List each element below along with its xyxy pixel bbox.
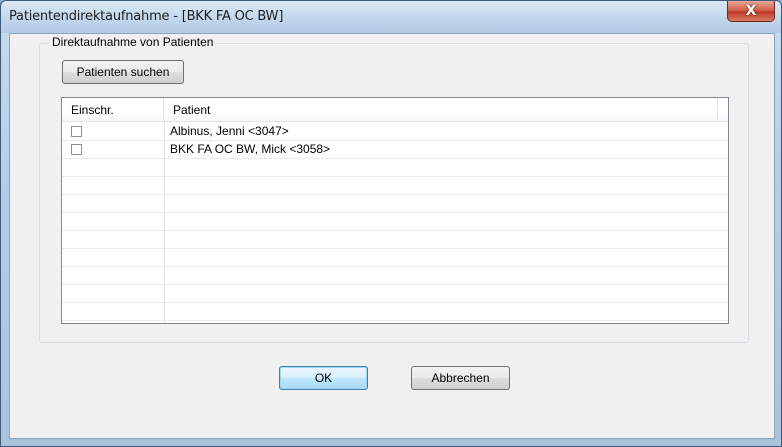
group-legend: Direktaufnahme von Patienten (49, 35, 217, 49)
cancel-button[interactable]: Abbrechen (411, 366, 510, 390)
empty-row (62, 159, 728, 177)
patient-name: BKK FA OC BW, Mick <3058> (170, 142, 331, 156)
empty-row (62, 249, 728, 267)
restriction-checkbox[interactable] (71, 126, 82, 137)
table-row[interactable]: Albinus, Jenni <3047> (62, 123, 728, 141)
patient-list[interactable]: Einschr. Patient Albinus, Jenni <3047> B… (61, 97, 729, 324)
empty-row (62, 285, 728, 303)
empty-row (62, 267, 728, 285)
close-button[interactable]: X (727, 1, 775, 22)
search-patients-button[interactable]: Patienten suchen (62, 60, 184, 84)
ok-button[interactable]: OK (279, 366, 368, 390)
restriction-checkbox[interactable] (71, 144, 82, 155)
empty-row (62, 213, 728, 231)
table-row[interactable]: BKK FA OC BW, Mick <3058> (62, 141, 728, 159)
column-header-patient[interactable]: Patient (164, 98, 718, 122)
empty-row (62, 177, 728, 195)
close-icon: X (745, 3, 757, 19)
column-header-filler (718, 98, 728, 122)
patient-name: Albinus, Jenni <3047> (170, 124, 289, 138)
empty-row (62, 303, 728, 321)
column-divider (164, 122, 165, 323)
empty-row (62, 231, 728, 249)
dialog-window: Patientendirektaufnahme - [BKK FA OC BW]… (0, 0, 782, 447)
title-bar[interactable]: Patientendirektaufnahme - [BKK FA OC BW]… (1, 1, 781, 33)
window-title: Patientendirektaufnahme - [BKK FA OC BW] (9, 9, 284, 24)
empty-row (62, 195, 728, 213)
column-header-restriction[interactable]: Einschr. (62, 98, 164, 122)
